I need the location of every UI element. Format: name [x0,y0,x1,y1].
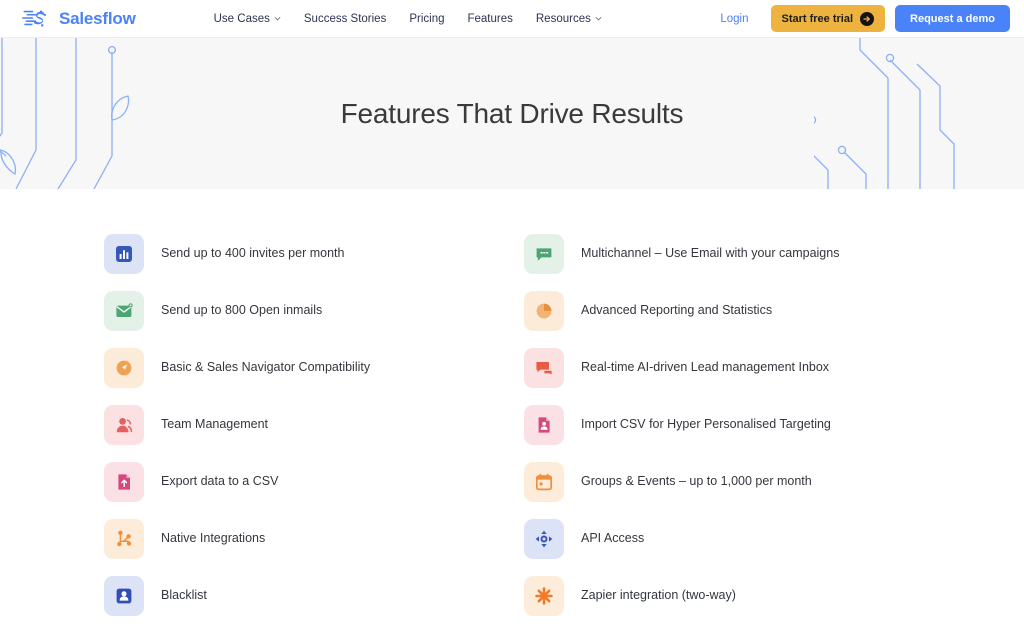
circuit-decoration-right [814,38,955,189]
brand-name: Salesflow [59,9,136,28]
feature-label: Multichannel – Use Email with your campa… [581,246,840,261]
top-navigation-bar: Salesflow Use Cases Success Stories Pric… [0,0,1024,38]
salesflow-s-logo-icon [22,7,52,31]
page-title: Features That Drive Results [340,97,684,129]
nav-item-resources-label: Resources [535,12,591,25]
feature-label: Zapier integration (two-way) [581,588,736,603]
nav-item-use-cases[interactable]: Use Cases [214,13,281,25]
nav-item-pricing[interactable]: Pricing [409,13,444,25]
feature-label: Groups & Events – up to 1,000 per month [581,474,812,489]
feature-icon-tile [524,347,564,388]
nav-item-pricing-label: Pricing [409,12,445,25]
feature-icon-tile [524,290,564,331]
feature-label: API Access [581,531,645,546]
zapier-asterisk-icon [535,586,553,605]
nav-item-resources[interactable]: Resources [536,13,602,25]
move-arrows-icon [535,530,553,547]
circuit-decoration-left [0,38,130,189]
request-demo-button[interactable]: Request a demo [895,5,1010,32]
nav-item-features-label: Features [467,12,513,25]
start-free-trial-label: Start free trial [781,12,854,25]
brand-logo[interactable]: Salesflow [22,7,136,31]
chevron-down-icon [595,17,602,21]
nav-item-features[interactable]: Features [467,13,512,25]
feature-icon-tile [524,233,564,274]
primary-nav-links: Use Cases Success Stories Pricing Featur… [214,13,602,25]
nav-item-success-stories[interactable]: Success Stories [304,13,386,25]
features-section: Send up to 400 invites per month Send up… [0,189,1024,624]
nav-item-success-stories-label: Success Stories [303,12,387,25]
nav-actions: Login Start free trial Request a demo [720,5,1010,32]
calendar-icon [535,473,553,490]
hero-section: Features That Drive Results [0,38,1024,189]
feature-icon-tile [524,461,564,502]
file-download-icon [538,416,550,433]
nav-item-use-cases-label: Use Cases [213,12,270,25]
feature-icon-tile [524,518,564,559]
chat-bubble-icon [536,247,552,261]
start-free-trial-button[interactable]: Start free trial [770,5,886,32]
feature-label: Real-time AI-driven Lead management Inbo… [581,360,830,375]
arrow-right-circle-icon [860,11,875,26]
feature-icon-tile [524,575,564,616]
chevron-down-icon [274,17,281,21]
feature-label: Advanced Reporting and Statistics [581,303,773,318]
chat-bubbles-icon [536,361,552,375]
pie-chart-icon [536,303,552,318]
feature-icon-tile [524,404,564,445]
feature-label: Import CSV for Hyper Personalised Target… [581,417,831,432]
features-right-column: Multichannel – Use Email with your campa… [0,225,839,624]
request-demo-label: Request a demo [910,12,995,25]
login-link[interactable]: Login [720,13,748,25]
